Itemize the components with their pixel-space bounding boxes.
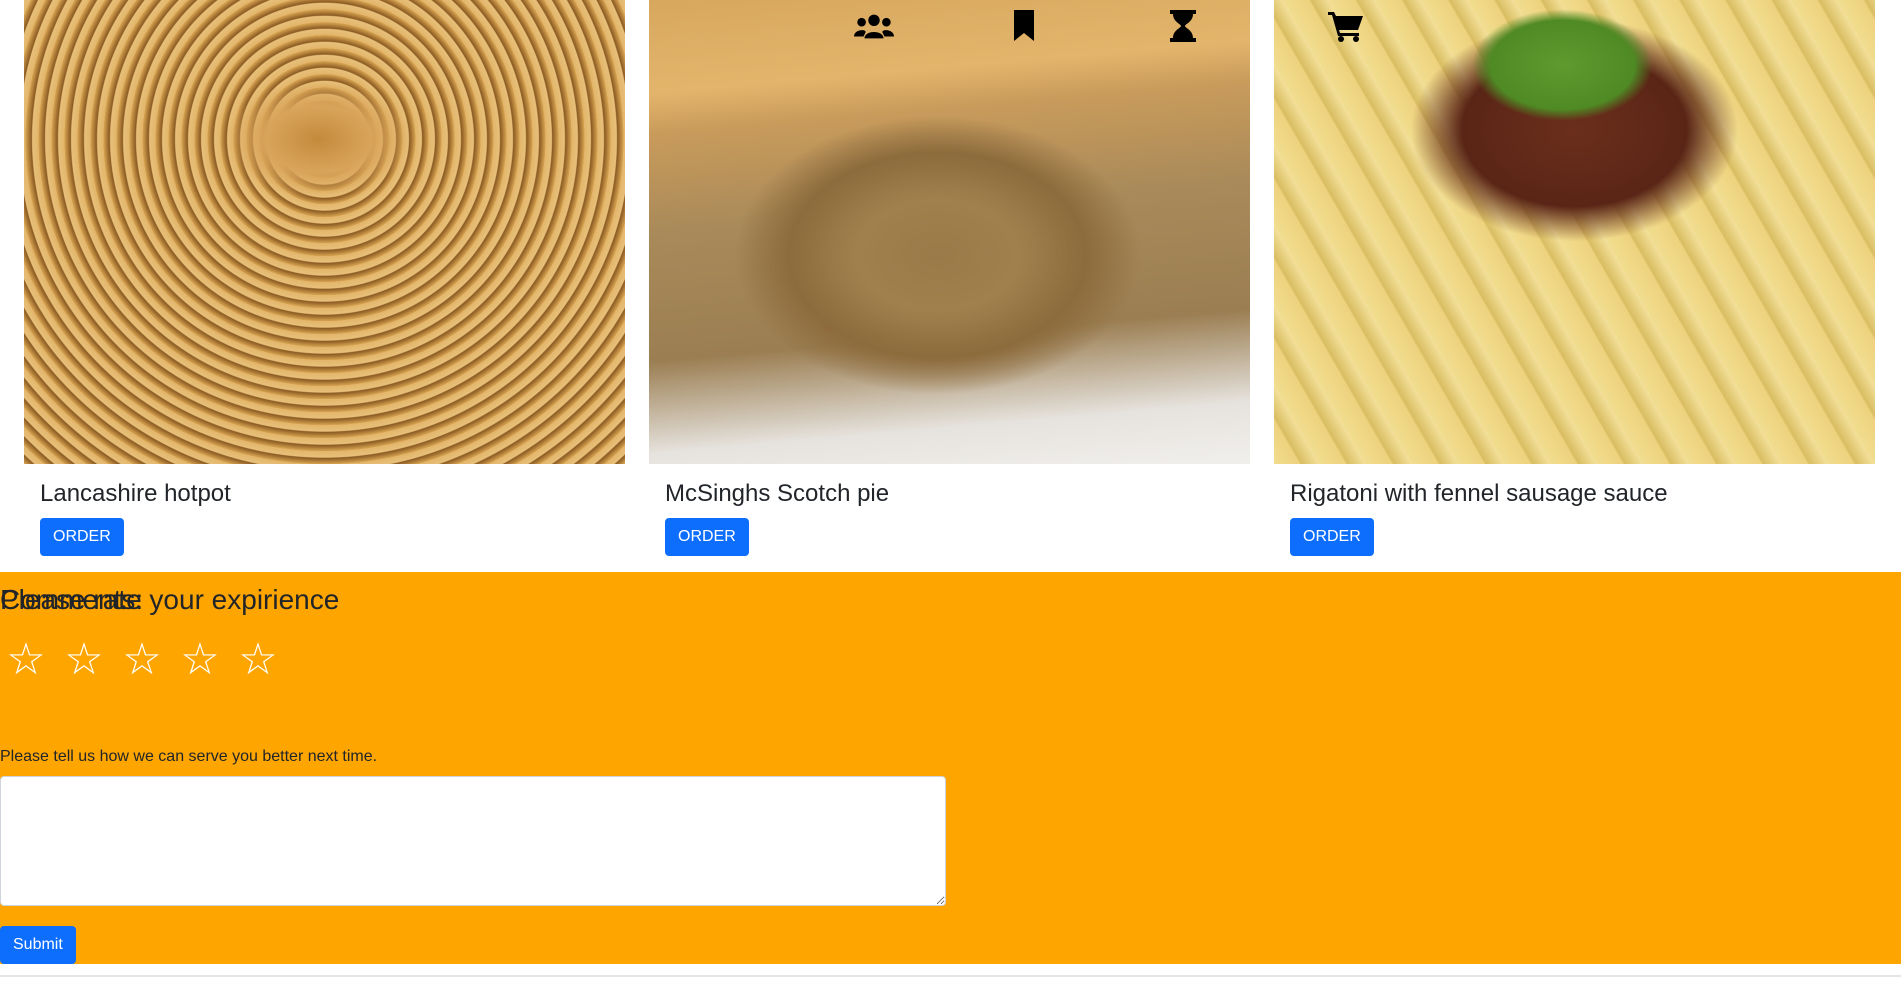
star-icon[interactable]: ☆ (6, 630, 46, 690)
star-rating: ☆ ☆ ☆ ☆ ☆ (6, 630, 278, 690)
order-button[interactable]: ORDER (665, 518, 749, 556)
comments-textarea[interactable] (0, 776, 946, 906)
menu-card: Rigatoni with fennel sausage sauce ORDER (1274, 0, 1875, 556)
card-title: Rigatoni with fennel sausage sauce (1290, 480, 1668, 507)
card-title: McSinghs Scotch pie (665, 480, 890, 507)
star-icon[interactable]: ☆ (64, 630, 104, 690)
menu-cards: Lancashire hotpot ORDER McSinghs Scotch … (0, 0, 1901, 572)
divider (0, 975, 1901, 977)
hourglass-icon[interactable] (1163, 8, 1203, 44)
order-button[interactable]: ORDER (1290, 518, 1374, 556)
comments-label: Comments: (0, 584, 144, 615)
order-button[interactable]: ORDER (40, 518, 124, 556)
cart-icon[interactable] (1326, 8, 1366, 44)
star-icon[interactable]: ☆ (122, 630, 162, 690)
scotch-pie-image (649, 0, 1250, 464)
card-title: Lancashire hotpot (40, 480, 231, 507)
menu-card: McSinghs Scotch pie ORDER (649, 0, 1250, 556)
users-icon[interactable] (854, 8, 894, 44)
comments-help-text: Please tell us how we can serve you bett… (0, 748, 378, 765)
rigatoni-image (1274, 0, 1875, 464)
bookmark-icon[interactable] (1004, 8, 1044, 44)
rating-section: Please rate your expirience ☆ ☆ ☆ ☆ ☆ Co… (0, 572, 1901, 964)
top-nav (0, 4, 1901, 44)
menu-card: Lancashire hotpot ORDER (24, 0, 625, 556)
submit-button[interactable]: Submit (0, 926, 76, 964)
hotpot-image (24, 0, 625, 464)
star-icon[interactable]: ☆ (180, 630, 220, 690)
star-icon[interactable]: ☆ (238, 630, 278, 690)
